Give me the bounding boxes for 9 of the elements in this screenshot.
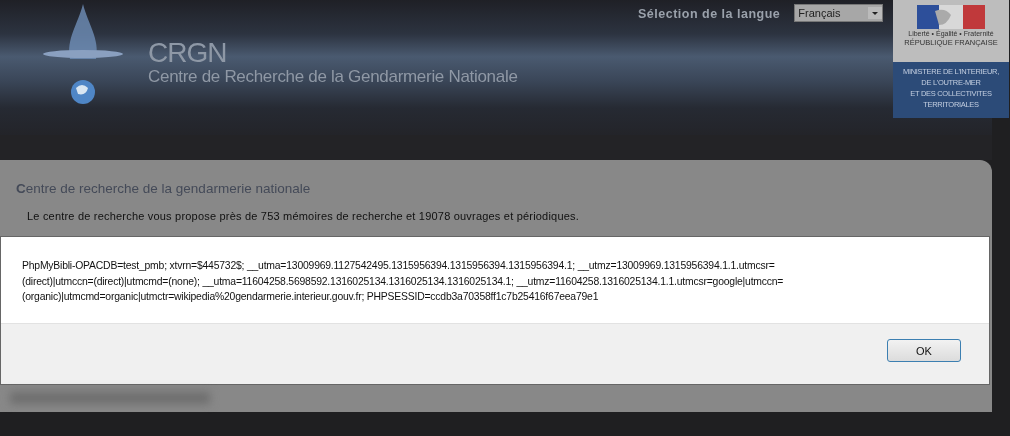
page-title: Centre de recherche de la gendarmerie nationale (16, 181, 312, 196)
logo-title: CRGN (148, 38, 228, 68)
logo-subtitle: Centre de Recherche de la Gendarmerie Nationale (148, 68, 518, 86)
marianne-flag-icon (917, 5, 985, 29)
language-select[interactable]: Français (794, 4, 884, 22)
language-label: Sélection de la langue (638, 6, 781, 21)
intro-text: Le centre de recherche vous propose près de 753 mémoires de recherche et 19078 ouvrages et périodiques. (27, 210, 580, 222)
dialog-message: PhpMyBibli-OPACDB=test_pmb; xtvrn=$445732$; __utma=13009969.1127542495.1315956394.1315956394.1315956394.1; __utmz=13009969.1315956394.1.1.utmcsr= (direct)|utmccn=(direct)|utmcmd=(none); __utma=11604258.5698592.1316025134.1316025134.1316025134.1; __utmz=11604258.1316025134.1.1.utmcsr=google|utmccn= (organic)|utmcmd=organic|utmctr=wikipedia%20gendarmerie.interieur.gouv.fr; PHPSESSID=ccdb3a70358ff1c7b25416f67eea79e1 (1, 237, 989, 323)
ok-button[interactable]: OK (887, 339, 961, 362)
